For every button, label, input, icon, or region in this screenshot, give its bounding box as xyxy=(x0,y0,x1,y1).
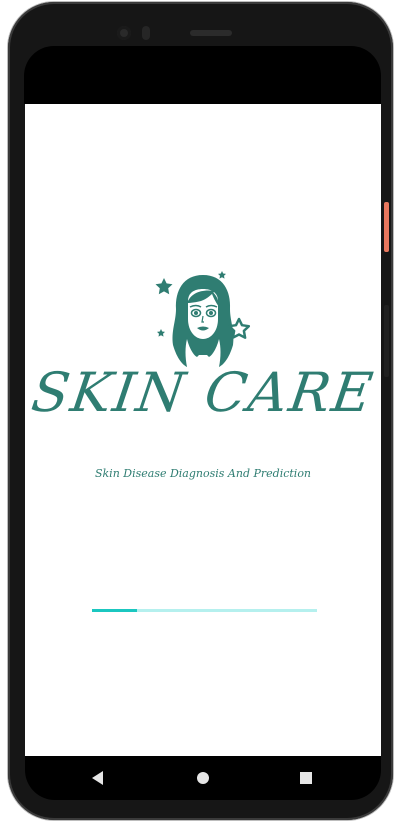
recents-square-icon[interactable] xyxy=(295,768,317,788)
proximity-sensor xyxy=(142,26,150,40)
status-bar-area xyxy=(24,46,381,104)
volume-button[interactable] xyxy=(384,305,389,377)
loading-progress-fill xyxy=(92,609,137,612)
loading-progress-bar xyxy=(92,609,317,612)
splash-screen: SKIN CARE Skin Disease Diagnosis And Pre… xyxy=(25,104,381,756)
app-tagline: Skin Disease Diagnosis And Prediction xyxy=(94,467,312,480)
home-circle-icon[interactable] xyxy=(192,768,214,788)
power-button[interactable] xyxy=(384,202,389,252)
earpiece-speaker xyxy=(190,30,232,36)
front-camera xyxy=(117,26,131,40)
back-triangle-icon[interactable] xyxy=(87,768,109,788)
system-navigation-bar xyxy=(25,756,381,800)
app-title: SKIN CARE xyxy=(27,361,379,424)
